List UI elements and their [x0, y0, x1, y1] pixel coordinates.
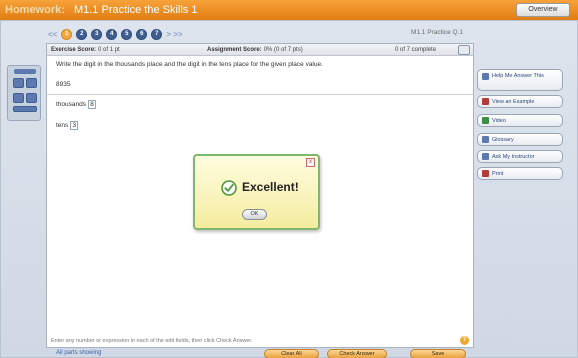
feedback-dialog: x Excellent! OK: [193, 154, 320, 230]
previous-question-arrow[interactable]: <<: [48, 30, 57, 39]
check-answer-button[interactable]: Check Answer: [327, 349, 387, 358]
title-bar: Homework: M1.1 Practice the Skills 1 Ove…: [0, 0, 578, 20]
close-icon[interactable]: x: [306, 158, 315, 167]
video-button[interactable]: Video: [477, 114, 563, 127]
next-question-arrow[interactable]: > >>: [166, 30, 182, 39]
glossary-button[interactable]: Glossary: [477, 133, 563, 146]
zoom-in-button[interactable]: [13, 78, 24, 88]
question-2-button[interactable]: 2: [76, 28, 88, 40]
all-parts-showing-link[interactable]: All parts showing: [56, 350, 101, 356]
help-me-answer-label: Help Me Answer This: [492, 73, 544, 79]
footer-hint: Enter any number or expression in each o…: [51, 338, 253, 344]
thousands-answer-row: thousands 8: [56, 100, 96, 109]
ask-instructor-icon: [482, 153, 489, 160]
help-sidebar: Help Me Answer This View an Example Vide…: [477, 69, 563, 184]
question-1-button[interactable]: 1: [61, 28, 73, 40]
given-number: 8935: [56, 81, 71, 88]
question-navigator: << 1 2 3 4 5 6 7 > >>: [48, 26, 183, 42]
question-3-button[interactable]: 3: [91, 28, 103, 40]
palette-handle[interactable]: [14, 69, 36, 74]
view-example-label: View an Example: [492, 98, 535, 105]
practice-label: M1.1 Practice Q.1: [410, 29, 463, 36]
example-icon: [482, 98, 489, 105]
complete-count: 0 of 7 complete: [395, 46, 437, 53]
tens-answer-row: tens 3: [56, 121, 79, 130]
check-circle-icon: [221, 180, 237, 196]
left-tool-palette: [7, 65, 41, 121]
ok-button[interactable]: OK: [242, 209, 267, 220]
ask-instructor-label: Ask My Instructor: [492, 153, 535, 160]
print-button[interactable]: Print: [477, 167, 563, 180]
help-me-answer-button[interactable]: Help Me Answer This: [477, 69, 563, 91]
save-button[interactable]: Save: [410, 349, 466, 358]
assignment-title: M1.1 Practice the Skills 1: [73, 4, 198, 16]
ask-instructor-button[interactable]: Ask My Instructor: [477, 150, 563, 163]
help-me-answer-icon: [482, 73, 489, 80]
thousands-label: thousands: [56, 101, 86, 108]
question-4-button[interactable]: 4: [106, 28, 118, 40]
video-label: Video: [492, 117, 506, 124]
print-label: Print: [492, 170, 504, 177]
exercise-score: Exercise Score: 0 of 1 pt: [51, 46, 120, 53]
question-instruction: Write the digit in the thousands place a…: [56, 61, 323, 68]
question-7-button[interactable]: 7: [151, 28, 163, 40]
glossary-icon: [482, 136, 489, 143]
question-5-button[interactable]: 5: [121, 28, 133, 40]
video-icon: [482, 117, 489, 124]
overview-button[interactable]: Overview: [516, 3, 570, 17]
zoom-out-button[interactable]: [26, 78, 37, 88]
tool-button-3[interactable]: [13, 93, 24, 103]
print-icon: [482, 170, 489, 177]
clear-all-button[interactable]: Clear All: [264, 349, 319, 358]
glossary-label: Glossary: [492, 136, 514, 143]
feedback-message: Excellent!: [242, 180, 299, 194]
tool-button-5[interactable]: [13, 106, 37, 112]
homework-label: Homework:: [5, 4, 65, 16]
assignment-score: Assignment Score: 0% (0 of 7 pts): [207, 46, 303, 53]
help-icon[interactable]: ?: [460, 336, 469, 345]
score-bar: Exercise Score: 0 of 1 pt Assignment Scor…: [47, 44, 473, 56]
question-6-button[interactable]: 6: [136, 28, 148, 40]
view-example-button[interactable]: View an Example: [477, 95, 563, 108]
print-icon[interactable]: [458, 45, 470, 55]
divider: [47, 94, 473, 95]
tens-input[interactable]: 3: [70, 121, 79, 130]
tool-button-4[interactable]: [26, 93, 37, 103]
tens-label: tens: [56, 122, 69, 129]
thousands-input[interactable]: 8: [88, 100, 96, 109]
